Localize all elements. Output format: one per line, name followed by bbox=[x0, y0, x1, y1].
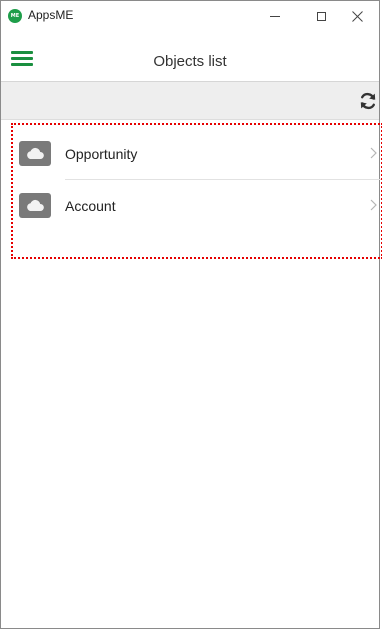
app-logo-icon: ME bbox=[8, 9, 22, 23]
chevron-right-icon bbox=[370, 147, 377, 159]
app-title: AppsME bbox=[28, 8, 74, 22]
minimize-icon bbox=[270, 15, 280, 17]
objects-list: Opportunity Account bbox=[11, 123, 382, 259]
cloud-icon bbox=[19, 193, 51, 218]
close-button[interactable] bbox=[334, 1, 380, 31]
refresh-button[interactable] bbox=[358, 91, 378, 111]
refresh-icon bbox=[360, 92, 376, 110]
minimize-button[interactable] bbox=[252, 1, 298, 31]
cloud-icon bbox=[19, 141, 51, 166]
list-item-label: Opportunity bbox=[65, 146, 138, 162]
list-item-account[interactable]: Account bbox=[13, 178, 381, 230]
page-header: Objects list bbox=[1, 31, 379, 82]
title-bar: ME AppsME bbox=[1, 1, 379, 31]
list-item-opportunity[interactable]: Opportunity bbox=[13, 126, 381, 180]
close-icon bbox=[351, 10, 363, 22]
list-item-label: Account bbox=[65, 198, 116, 214]
maximize-icon bbox=[316, 11, 326, 21]
toolbar bbox=[1, 82, 379, 120]
page-title: Objects list bbox=[153, 53, 227, 70]
app-window: ME AppsME Objects list Opportunity Accou… bbox=[0, 0, 382, 629]
chevron-right-icon bbox=[370, 199, 377, 211]
